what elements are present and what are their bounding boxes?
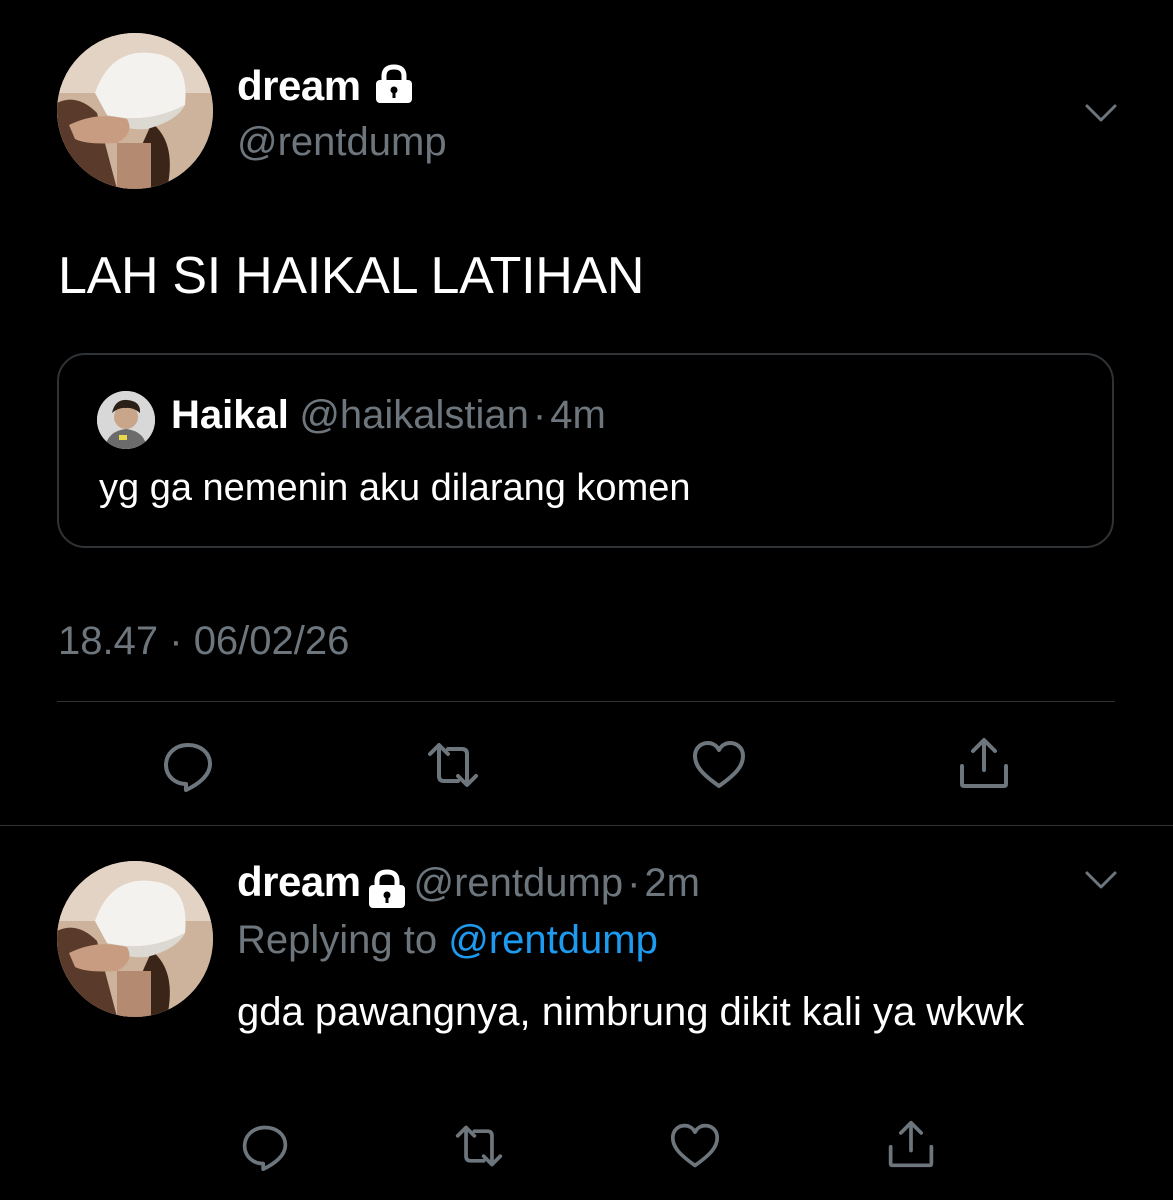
- quote-avatar-image: [97, 391, 155, 449]
- reply-icon[interactable]: [240, 1121, 290, 1171]
- chevron-down-icon[interactable]: [1084, 868, 1118, 897]
- reply-avatar-image: [57, 861, 213, 1017]
- retweet-icon[interactable]: [454, 1121, 504, 1171]
- retweet-icon[interactable]: [426, 738, 480, 792]
- replying-label: Replying to: [237, 918, 438, 962]
- reply-separator: ·: [627, 861, 641, 905]
- quote-display-name[interactable]: Haikal: [171, 393, 289, 437]
- quote-handle[interactable]: @haikalstian: [299, 393, 529, 437]
- tweet-text: LAH SI HAIKAL LATIHAN: [58, 247, 645, 305]
- reply-age: 2m: [644, 861, 700, 905]
- replying-to: Replying to @rentdump: [237, 918, 658, 963]
- heart-icon[interactable]: [692, 738, 746, 792]
- mention-link[interactable]: @rentdump: [448, 918, 658, 962]
- reply-icon[interactable]: [161, 738, 215, 792]
- display-name[interactable]: dream: [237, 62, 361, 109]
- quote-separator: ·: [532, 393, 547, 437]
- chevron-down-icon[interactable]: [1084, 101, 1118, 130]
- reply-display-name[interactable]: dream: [237, 858, 361, 905]
- quote-avatar[interactable]: [97, 391, 155, 449]
- section-divider: [0, 825, 1173, 826]
- reply-handle[interactable]: @rentdump: [413, 861, 623, 905]
- timestamp-separator: ·: [169, 619, 183, 663]
- divider: [57, 701, 1115, 702]
- share-icon[interactable]: [886, 1119, 936, 1169]
- share-icon[interactable]: [957, 736, 1011, 790]
- quote-age: 4m: [550, 393, 606, 437]
- handle[interactable]: @rentdump: [237, 120, 447, 165]
- quote-text: yg ga nemenin aku dilarang komen: [99, 467, 691, 509]
- lock-icon: [372, 64, 416, 114]
- lock-icon: [365, 869, 409, 914]
- time: 18.47: [58, 619, 159, 663]
- date: 06/02/26: [193, 619, 350, 663]
- quoted-tweet[interactable]: Haikal @haikalstian · 4m yg ga nemenin aku…: [57, 353, 1114, 548]
- reply-text: gda pawangnya, nimbrung dikit kali ya wk…: [237, 990, 1025, 1034]
- avatar[interactable]: [57, 33, 213, 189]
- avatar-image: [57, 33, 213, 189]
- reply-avatar[interactable]: [57, 861, 213, 1017]
- heart-icon[interactable]: [670, 1121, 720, 1171]
- timestamp[interactable]: 18.47 · 06/02/26: [58, 619, 349, 664]
